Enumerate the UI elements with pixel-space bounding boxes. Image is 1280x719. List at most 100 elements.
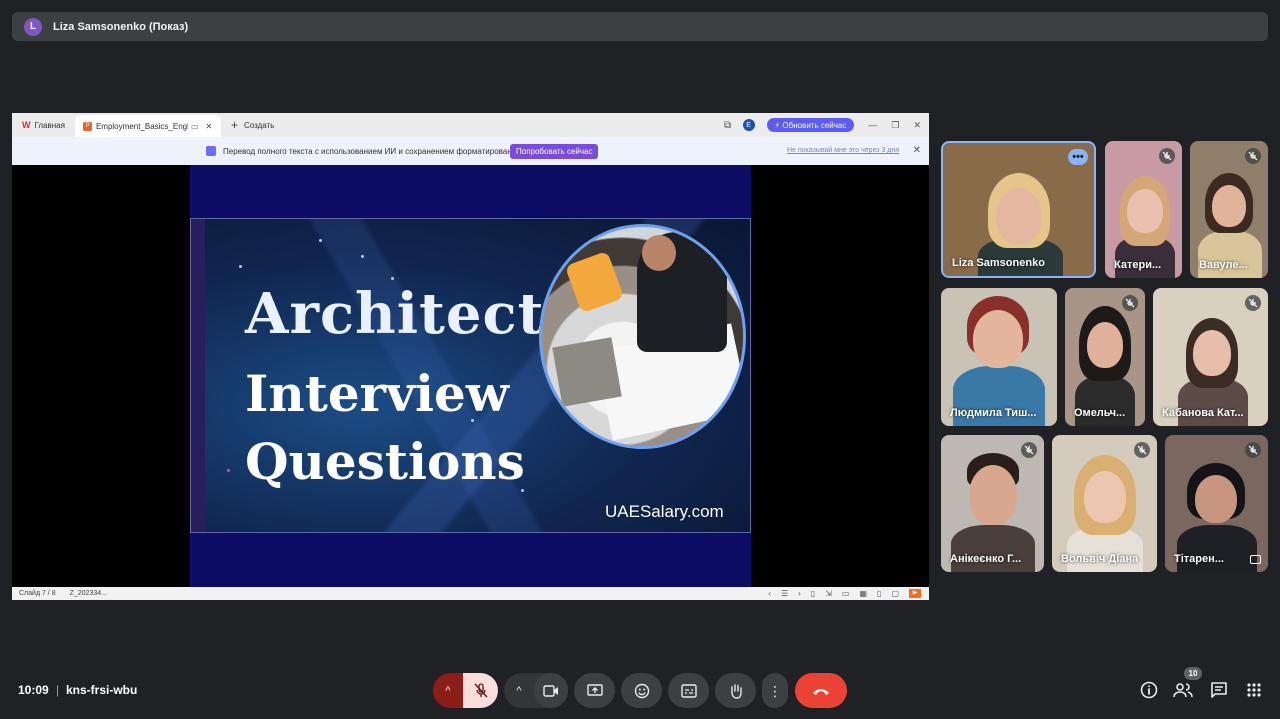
participant-name: Кабанова Кат...: [1162, 407, 1244, 419]
slide-title-line1: Architect: [245, 281, 545, 347]
copy-icon[interactable]: ⧉: [723, 120, 733, 131]
mic-off-icon: [1159, 148, 1175, 164]
shared-screen[interactable]: W Главная P Employment_Basics_English_1 …: [12, 113, 929, 600]
more-vert-icon: ⋮: [768, 682, 782, 699]
grid-view-icon[interactable]: ▦: [859, 589, 867, 598]
tab-home[interactable]: W Главная: [12, 113, 75, 137]
participant-tile[interactable]: Кабанова Кат...: [1153, 288, 1268, 426]
new-tab-label: Создать: [243, 120, 275, 130]
activities-button[interactable]: [1244, 680, 1264, 700]
update-button-label: Обновить сейчас: [782, 120, 847, 130]
normal-view-icon[interactable]: ▭: [842, 589, 850, 598]
chat-icon: [1211, 682, 1227, 698]
participant-tile[interactable]: Вольвіч Діана: [1052, 435, 1157, 572]
reading-view-icon[interactable]: ▯: [877, 589, 881, 598]
lightning-icon: ⚡: [774, 120, 781, 130]
slide-title-line3: Questions: [245, 432, 525, 491]
mic-off-icon: [1134, 442, 1150, 458]
close-infobar-icon[interactable]: ✕: [913, 145, 921, 156]
account-avatar[interactable]: E: [742, 119, 755, 131]
minimize-icon[interactable]: —: [868, 120, 877, 130]
meet-window: L Liza Samsonenko (Показ) W Главная P Em…: [0, 0, 1280, 719]
camera-toggle-button[interactable]: [534, 673, 568, 708]
browser-tabbar: W Главная P Employment_Basics_English_1 …: [12, 113, 929, 137]
camera-icon: [543, 684, 558, 697]
leave-call-button[interactable]: [795, 673, 847, 708]
meeting-details-button[interactable]: [1139, 680, 1159, 700]
slide-title-line2: Interview: [245, 364, 509, 423]
participant-tile[interactable]: Тітарен...: [1165, 435, 1268, 572]
ai-translate-icon: [206, 146, 216, 156]
face-shape: [996, 188, 1042, 244]
more-options-icon[interactable]: •••: [1068, 149, 1088, 165]
monitor-icon: ▭: [190, 121, 199, 131]
separator: |: [56, 683, 60, 697]
participant-tile[interactable]: Людмила Тиш...: [941, 288, 1057, 426]
next-slide-icon[interactable]: ›: [798, 589, 801, 598]
participant-name: Анікеєнко Г...: [950, 553, 1022, 565]
prev-slide-icon[interactable]: ‹: [768, 589, 771, 598]
tab-document[interactable]: P Employment_Basics_English_1 ▭ ✕: [74, 115, 221, 137]
mic-off-icon: [1245, 148, 1261, 164]
list-icon[interactable]: ☰: [781, 589, 788, 598]
presentation-icon: P: [82, 121, 92, 131]
face-shape: [1084, 471, 1126, 523]
meeting-time: 10:09: [18, 683, 49, 697]
participant-tile[interactable]: Вавуле...: [1190, 141, 1268, 278]
face-shape: [1212, 185, 1246, 227]
chevron-up-icon: ^: [445, 684, 451, 697]
mic-toggle-button[interactable]: [463, 673, 498, 708]
chat-button[interactable]: [1209, 680, 1229, 700]
file-name[interactable]: Z_202334...: [70, 590, 107, 597]
presenter-label: Liza Samsonenko (Показ): [53, 20, 189, 33]
mic-off-icon: [1245, 295, 1261, 311]
people-icon: [1173, 683, 1193, 698]
infobar-text: Перевод полного текста с использованием …: [223, 147, 523, 156]
building-model-shape: [552, 337, 622, 407]
raise-hand-button[interactable]: [715, 673, 756, 708]
update-button[interactable]: ⚡ Обновить сейчас: [766, 118, 855, 132]
wps-logo-icon: W: [22, 120, 31, 130]
sparkle: [319, 239, 322, 242]
presenter-avatar: L: [24, 17, 42, 36]
participant-name: Омельч...: [1074, 407, 1126, 419]
dismiss-link[interactable]: Не показывай мне это через 3 дня: [787, 147, 899, 154]
slide-counter: Слайд 7 / 8: [19, 590, 56, 597]
layout-icon[interactable]: ▢: [891, 589, 899, 598]
mic-control-group: ^: [433, 673, 498, 708]
tab-document-label: Employment_Basics_English_1: [95, 121, 188, 131]
present-screen-icon: [586, 683, 603, 696]
present-screen-button[interactable]: [574, 673, 615, 708]
hand-icon: [730, 683, 742, 699]
close-window-icon[interactable]: ✕: [913, 120, 921, 131]
camera-control-group: ^: [504, 673, 568, 708]
participant-tile[interactable]: Анікеєнко Г...: [941, 435, 1044, 572]
apps-grid-icon: [1247, 683, 1261, 697]
captions-button[interactable]: [668, 673, 709, 708]
export-icon[interactable]: ⇲: [825, 589, 832, 598]
picture-in-picture-icon[interactable]: [1250, 555, 1261, 564]
close-tab-icon[interactable]: ✕: [206, 122, 213, 131]
more-options-button[interactable]: ⋮: [762, 673, 788, 708]
closed-captions-icon: [680, 683, 697, 698]
new-tab-button[interactable]: + Создать: [231, 118, 274, 132]
head-shape: [642, 235, 676, 271]
participant-tile[interactable]: Омельч...: [1065, 288, 1145, 426]
mic-off-icon: [1122, 295, 1138, 311]
audio-settings-button[interactable]: ^: [433, 673, 463, 708]
mic-off-icon: [1021, 442, 1037, 458]
face-shape: [1195, 475, 1237, 523]
participant-tile[interactable]: Катери...: [1105, 141, 1182, 278]
notes-icon[interactable]: ▯: [811, 589, 815, 598]
try-now-button[interactable]: Попробовать сейчас: [510, 144, 599, 159]
slide-strip: [191, 219, 205, 532]
reactions-button[interactable]: [621, 673, 662, 708]
video-settings-button[interactable]: ^: [504, 673, 534, 708]
participant-name: Liza Samsonenko: [952, 257, 1045, 269]
restore-icon[interactable]: ❐: [891, 120, 899, 131]
translation-infobar: Перевод полного текста с использованием …: [12, 137, 929, 165]
people-button[interactable]: [1173, 680, 1193, 700]
editor-statusbar: Слайд 7 / 8 Z_202334... ‹ ☰ › ▯ ⇲ ▭ ▦ ▯ …: [12, 587, 929, 600]
participant-tile[interactable]: ••• Liza Samsonenko: [941, 141, 1096, 278]
play-slideshow-icon[interactable]: ▶: [909, 589, 921, 598]
